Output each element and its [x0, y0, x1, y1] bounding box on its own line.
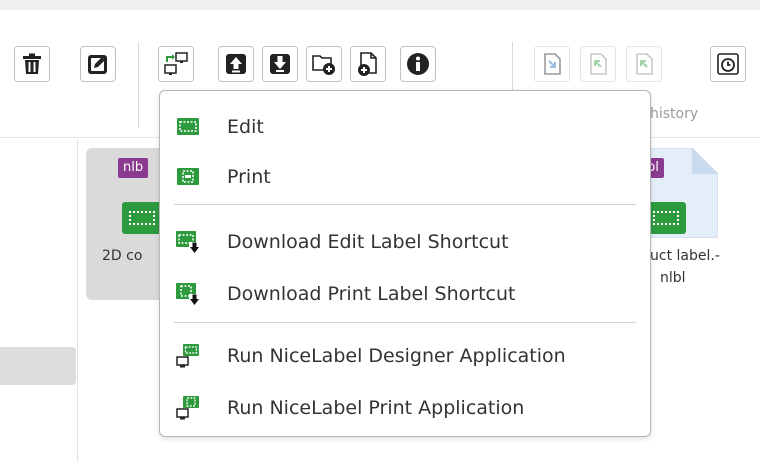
file-type-tag: nlb: [118, 158, 149, 178]
menu-item-download-edit-shortcut[interactable]: Download Edit Label Shortcut: [160, 222, 650, 262]
menu-item-print[interactable]: Print: [160, 157, 650, 197]
menu-item-run-designer[interactable]: Run NiceLabel Designer Application: [160, 336, 650, 376]
top-strip: [0, 0, 760, 10]
menu-item-edit[interactable]: Edit: [160, 107, 650, 147]
new-file-button[interactable]: [350, 46, 386, 82]
menu-item-label: Run NiceLabel Designer Application: [227, 345, 566, 367]
upload-icon: [226, 54, 246, 74]
edit-label-icon: [177, 118, 199, 135]
menu-item-label: Run NiceLabel Print Application: [227, 397, 525, 419]
menu-item-download-print-shortcut[interactable]: Download Print Label Shortcut: [160, 274, 650, 314]
undo-check-out-icon: [636, 53, 653, 75]
info-button[interactable]: [400, 46, 436, 82]
run-print-icon: [176, 396, 199, 420]
upload-button[interactable]: [218, 46, 254, 82]
rename-button[interactable]: [80, 46, 116, 82]
delete-button[interactable]: [14, 46, 50, 82]
print-label-icon: [177, 168, 199, 185]
download-print-shortcut-icon: [176, 283, 200, 306]
menu-separator: [174, 322, 636, 323]
open-with-dropdown-menu: Edit Print Download Edit Label Shortcut …: [159, 90, 651, 437]
check-in-button[interactable]: [534, 46, 570, 82]
menu-item-label: Edit: [227, 116, 264, 138]
menu-item-label: Download Edit Label Shortcut: [227, 231, 509, 253]
left-panel-selected-item[interactable]: [0, 347, 76, 385]
check-out-button[interactable]: [580, 46, 616, 82]
file-name-extension: nlbl: [660, 270, 686, 286]
menu-item-run-print[interactable]: Run NiceLabel Print Application: [160, 388, 650, 428]
download-edit-shortcut-icon: [176, 231, 200, 254]
label-file-icon: [122, 202, 162, 234]
undo-check-out-button[interactable]: [626, 46, 662, 82]
history-group-label: history: [650, 106, 699, 122]
left-panel: [0, 139, 78, 462]
menu-item-label: Print: [227, 166, 271, 188]
file-name: 2D co: [102, 248, 143, 264]
run-designer-icon: [176, 344, 199, 368]
menu-item-label: Download Print Label Shortcut: [227, 283, 516, 305]
label-file-icon: [646, 202, 686, 234]
info-icon: [407, 53, 429, 75]
check-out-icon: [590, 53, 607, 75]
history-icon: [717, 53, 739, 75]
open-with-button[interactable]: [158, 46, 194, 82]
menu-separator: [174, 204, 636, 205]
open-with-app-icon: [164, 52, 188, 75]
new-file-icon: [358, 52, 377, 76]
toolbar-separator: [138, 42, 139, 128]
edit-icon: [88, 55, 107, 74]
file-name: uct label.-: [650, 248, 720, 264]
new-folder-button[interactable]: [306, 46, 342, 82]
trash-icon: [23, 53, 41, 74]
new-folder-icon: [312, 55, 335, 75]
history-button[interactable]: [710, 46, 746, 82]
download-icon: [270, 54, 290, 74]
check-in-icon: [544, 53, 561, 75]
download-button[interactable]: [262, 46, 298, 82]
